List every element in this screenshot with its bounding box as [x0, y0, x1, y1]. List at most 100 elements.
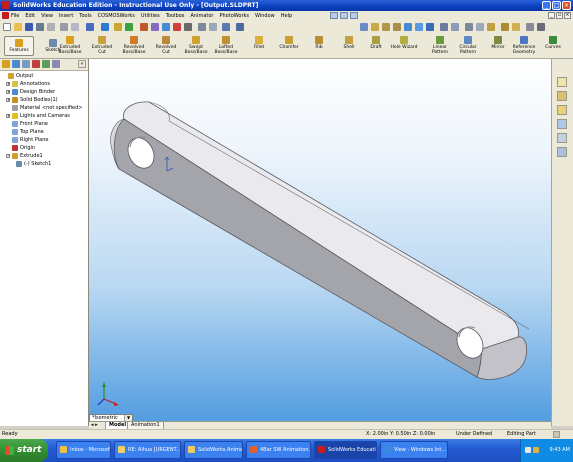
zoom-area-icon[interactable]	[340, 12, 348, 19]
hidden-lines-icon[interactable]	[465, 23, 473, 31]
feature-tool-11[interactable]: Hole Wizard	[390, 36, 418, 57]
grid-icon[interactable]	[184, 23, 192, 31]
expand-panel-icon[interactable]: »	[78, 60, 86, 68]
feature-tool-7[interactable]: Chamfer	[275, 36, 303, 57]
minimize-button[interactable]: _	[542, 1, 551, 10]
rotate-view-icon[interactable]	[350, 12, 358, 19]
expand-icon[interactable]: +	[6, 82, 10, 86]
menu-item-5[interactable]: COSMOSWorks	[98, 11, 135, 21]
document-recovery-icon[interactable]	[557, 147, 567, 157]
part-top-face[interactable]	[123, 101, 520, 350]
tree-item[interactable]: + Annotations	[0, 80, 88, 88]
close-button[interactable]: ×	[562, 1, 571, 10]
graphics-area[interactable]	[89, 59, 551, 426]
view-palette-icon[interactable]	[557, 133, 567, 143]
solidworks-resources-icon[interactable]	[557, 77, 567, 87]
tree-item[interactable]: + Design Binder	[0, 88, 88, 96]
menu-item-8[interactable]: Animator	[190, 11, 213, 21]
feature-tool-15[interactable]: Reference Geometry	[510, 36, 538, 57]
stop-icon[interactable]	[173, 23, 181, 31]
maximize-button[interactable]: □	[552, 1, 561, 10]
taskbar-task-button[interactable]: 4Bar SW Animation....	[246, 441, 311, 459]
view-selector-icon[interactable]	[451, 23, 459, 31]
undo-icon[interactable]	[86, 23, 94, 31]
features-tab-button[interactable]: Features	[4, 36, 34, 56]
zoom-selection-icon[interactable]	[393, 23, 401, 31]
feature-tool-3[interactable]: Revolved Cut	[152, 36, 180, 57]
part-side-face[interactable]	[113, 118, 483, 378]
menu-item-2[interactable]: View	[41, 11, 53, 21]
solidworks-app-icon[interactable]	[2, 1, 10, 9]
search-icon[interactable]	[557, 119, 567, 129]
instant3d-icon[interactable]	[162, 23, 170, 31]
tree-item[interactable]: Origin	[0, 144, 88, 152]
taskbar-task-button[interactable]: View - Windows Int...	[380, 441, 448, 459]
tree-item[interactable]: − Extrude1	[0, 152, 88, 160]
appearance-icon[interactable]	[526, 23, 534, 31]
shaded-icon[interactable]	[487, 23, 495, 31]
tree-item[interactable]: + Lights and Cameras	[0, 112, 88, 120]
expand-icon[interactable]: +	[6, 98, 10, 102]
copy-icon[interactable]	[71, 23, 79, 31]
doc-close-button[interactable]: ×	[564, 12, 571, 19]
display-icon[interactable]	[198, 23, 206, 31]
feature-tool-12[interactable]: Linear Pattern	[426, 36, 454, 57]
smart-dimension-icon[interactable]	[151, 23, 159, 31]
feature-tool-1[interactable]: Extruded Cut	[88, 36, 116, 57]
save-icon[interactable]	[25, 23, 33, 31]
feature-tool-10[interactable]: Draft	[362, 36, 390, 57]
doc-restore-button[interactable]: ▫	[556, 12, 563, 19]
menu-item-0[interactable]: File	[11, 11, 19, 21]
feature-tool-14[interactable]: Mirror	[484, 36, 512, 57]
photoworks-tab-icon[interactable]	[42, 60, 50, 68]
shadows-icon[interactable]	[501, 23, 509, 31]
property-manager-tab-icon[interactable]	[12, 60, 20, 68]
rebuild-icon[interactable]	[114, 23, 122, 31]
open-file-icon[interactable]	[14, 23, 22, 31]
print-icon[interactable]	[36, 23, 44, 31]
feature-tool-0[interactable]: Extruded Boss/Base	[56, 36, 84, 57]
menu-item-4[interactable]: Tools	[79, 11, 91, 21]
standard-views-icon[interactable]	[440, 23, 448, 31]
view-orientation-icon[interactable]	[222, 23, 230, 31]
section-view-icon[interactable]	[209, 23, 217, 31]
sketch-tool-icon[interactable]	[140, 23, 148, 31]
tree-item[interactable]: Material <not specified>	[0, 104, 88, 112]
new-file-icon[interactable]	[3, 23, 11, 31]
zoom-fit-icon[interactable]	[371, 23, 379, 31]
tree-item[interactable]: Right Plane	[0, 136, 88, 144]
feature-tool-13[interactable]: Circular Pattern	[454, 36, 482, 57]
dimxpert-tab-icon[interactable]	[32, 60, 40, 68]
roll-view-icon[interactable]	[426, 23, 434, 31]
feature-tool-6[interactable]: Fillet	[245, 36, 273, 57]
perspective-icon[interactable]	[512, 23, 520, 31]
feature-tool-8[interactable]: Rib	[305, 36, 333, 57]
feature-tool-2[interactable]: Revolved Boss/Base	[120, 36, 148, 57]
file-explorer-icon[interactable]	[557, 105, 567, 115]
feature-tool-4[interactable]: Swept Boss/Base	[182, 36, 210, 57]
feature-tool-5[interactable]: Lofted Boss/Base	[212, 36, 240, 57]
expand-icon[interactable]: +	[6, 90, 10, 94]
rotate-icon[interactable]	[404, 23, 412, 31]
menu-item-11[interactable]: Help	[281, 11, 292, 21]
doc-minimize-button[interactable]: _	[548, 12, 555, 19]
menu-item-6[interactable]: Utilities	[141, 11, 160, 21]
feature-manager-tab-icon[interactable]	[2, 60, 10, 68]
menu-item-7[interactable]: Toolbox	[166, 11, 185, 21]
options-icon[interactable]	[125, 23, 133, 31]
tree-item[interactable]: Output	[0, 72, 88, 80]
tree-item[interactable]: Top Plane	[0, 128, 88, 136]
configuration-manager-tab-icon[interactable]	[22, 60, 30, 68]
collapse-icon[interactable]: −	[6, 154, 10, 158]
shaded-edges-icon[interactable]	[476, 23, 484, 31]
start-button[interactable]: start	[0, 439, 48, 462]
menu-item-1[interactable]: Edit	[25, 11, 35, 21]
document-icon[interactable]	[2, 12, 9, 19]
taskbar-task-button[interactable]: SolidWorks Educatio...	[314, 441, 377, 459]
cut-icon[interactable]	[60, 23, 68, 31]
expand-icon[interactable]: +	[6, 114, 10, 118]
menu-item-10[interactable]: Window	[255, 11, 275, 21]
animator-tab-icon[interactable]	[52, 60, 60, 68]
tree-item[interactable]: + Solid Bodies(1)	[0, 96, 88, 104]
feature-tool-9[interactable]: Shell	[335, 36, 363, 57]
